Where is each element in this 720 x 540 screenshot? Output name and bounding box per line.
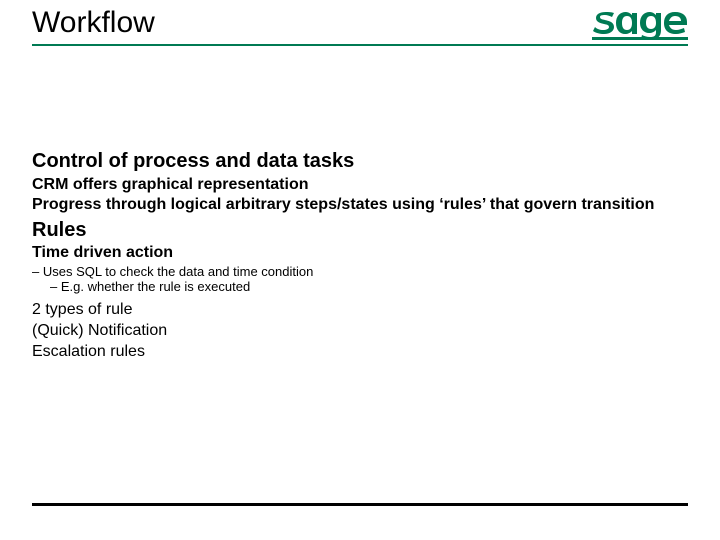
section2-line3: Escalation rules <box>32 342 688 363</box>
section1-line1: CRM offers graphical representation <box>32 175 688 195</box>
section2-bullet1: – Uses SQL to check the data and time co… <box>32 264 688 279</box>
section2-line1: 2 types of rule <box>32 300 688 321</box>
slide-body: Control of process and data tasks CRM of… <box>32 150 688 362</box>
title-underline <box>32 44 688 46</box>
brand-logo <box>592 6 688 45</box>
sage-logo-icon <box>592 6 688 40</box>
footer-rule <box>32 503 688 506</box>
section2-bullet2: – E.g. whether the rule is executed <box>50 279 688 294</box>
page-title: Workflow <box>32 6 155 40</box>
section2-heading: Rules <box>32 219 688 242</box>
section1-line2: Progress through logical arbitrary steps… <box>32 195 688 215</box>
section2-subheading: Time driven action <box>32 244 688 262</box>
section1-heading: Control of process and data tasks <box>32 150 688 173</box>
slide: Workflow Control of process and data tas… <box>0 0 720 540</box>
section2-line2: (Quick) Notification <box>32 321 688 342</box>
